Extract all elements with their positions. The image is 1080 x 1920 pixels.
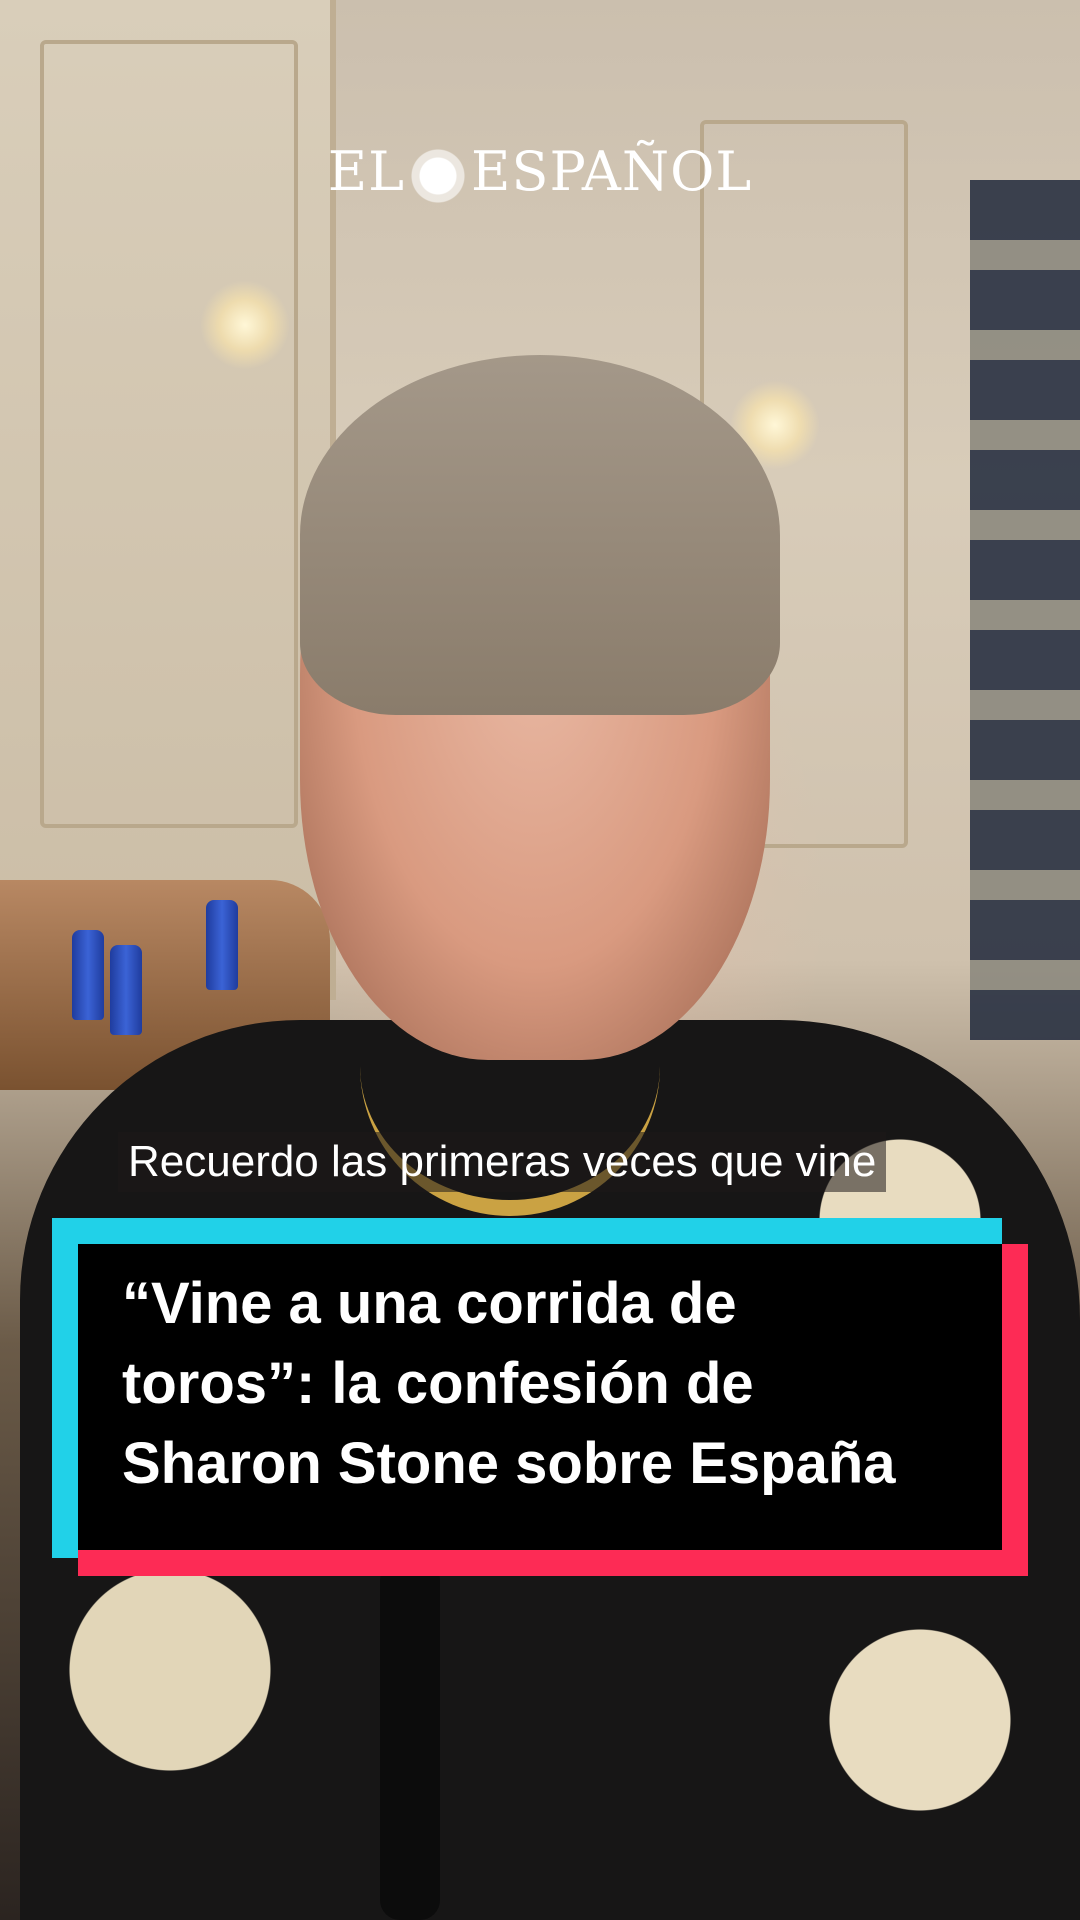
headline-line: Sharon Stone sobre España [122, 1431, 896, 1496]
water-bottle [72, 930, 104, 1020]
headline-line: “Vine a una corrida de [122, 1271, 737, 1336]
logo-text-left: EL [327, 140, 406, 203]
video-frame[interactable]: EL ESPAÑOL Recuerdo las primeras veces qu… [0, 0, 1080, 1920]
subtitle-caption: Recuerdo las primeras veces que vine [118, 1132, 887, 1192]
water-bottle [206, 900, 238, 990]
microphone [380, 1560, 440, 1920]
lion-icon [409, 147, 468, 205]
brand-logo: EL ESPAÑOL [0, 140, 1080, 205]
person-hair [300, 355, 780, 715]
water-bottle [110, 945, 142, 1035]
headline-card-body: “Vine a una corrida de toros”: la confes… [78, 1244, 1002, 1550]
headline-line: toros”: la confesión de [122, 1351, 754, 1416]
headline-card: “Vine a una corrida de toros”: la confes… [52, 1218, 1028, 1576]
wall-sconce-light [200, 280, 290, 370]
curtain [970, 180, 1080, 1040]
logo-text-right: ESPAÑOL [471, 140, 753, 203]
